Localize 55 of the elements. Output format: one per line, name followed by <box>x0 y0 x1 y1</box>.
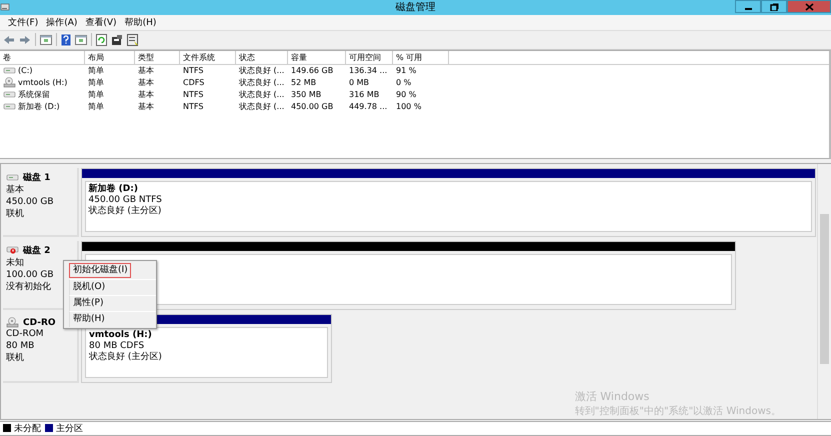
table-cell: 基本 <box>138 65 154 76</box>
disk-info: 联机 <box>6 209 25 220</box>
table-cell: 90 % <box>396 90 416 100</box>
legend-label: 未分配 <box>14 422 41 435</box>
table-cell: 状态良好 (... <box>239 65 284 76</box>
table-cell: 0 MB <box>349 78 370 88</box>
partition-info: 状态良好 (主分区) <box>89 352 162 364</box>
partition-info: 450.00 GB NTFS <box>88 195 162 206</box>
table-cell: 状态良好 (... <box>239 77 284 88</box>
table-cell: 316 MB <box>349 90 380 100</box>
table-cell: NTFS <box>183 66 204 76</box>
activation-text: 转到"控制面板"中的"系统"以激活 Windows。 <box>574 404 781 418</box>
table-cell: 基本 <box>138 89 154 100</box>
table-cell: CDFS <box>183 78 204 88</box>
disk-info: 80 MB <box>6 341 36 352</box>
table-cell: 100 % <box>396 102 422 112</box>
partition-title: vmtools (H:) <box>89 330 152 341</box>
table-cell: 149.66 GB <box>291 66 334 76</box>
table-cell: 简单 <box>88 77 104 88</box>
table-cell: NTFS <box>183 90 204 100</box>
disk-info: 基本 <box>6 185 25 196</box>
window-title: 磁盘管理 <box>396 1 436 14</box>
table-cell: 基本 <box>138 101 154 112</box>
disk-info: CD-ROM <box>6 329 45 340</box>
table-cell: vmtools (H:) <box>18 78 68 88</box>
disk-info: 100.00 GB <box>6 270 55 282</box>
partition-title: 新加卷 (D:) <box>88 184 138 195</box>
disk-name: CD-RO <box>23 318 56 328</box>
table-cell: 450.00 GB <box>291 102 334 112</box>
disk-name: 磁盘 1 <box>23 172 50 184</box>
table-cell: 91 % <box>396 66 416 76</box>
legend-label: 主分区 <box>56 422 83 435</box>
table-cell: 0 % <box>396 78 412 88</box>
table-cell: 350 MB <box>291 90 322 100</box>
disk-info: 没有初始化 <box>6 282 52 294</box>
table-cell: 状态良好 (... <box>239 89 284 100</box>
table-cell: (C:) <box>18 66 33 76</box>
table-cell: 449.78 ... <box>349 102 388 112</box>
disk-info: 未知 <box>6 258 25 270</box>
table-cell: 简单 <box>88 89 104 100</box>
table-cell: 136.34 ... <box>349 66 388 76</box>
table-cell: 基本 <box>138 77 154 88</box>
table-cell: 简单 <box>88 101 104 112</box>
table-cell: 简单 <box>88 65 104 76</box>
disk-name: 磁盘 2 <box>23 244 50 258</box>
disk-info: 联机 <box>6 353 25 364</box>
partition-info: 80 MB CDFS <box>89 341 144 352</box>
table-cell: 状态良好 (... <box>239 101 284 112</box>
table-cell: 系统保留 <box>18 89 50 100</box>
activation-title: 激活 Windows <box>574 388 650 404</box>
disk-info: 450.00 GB <box>6 197 55 208</box>
partition-info: 状态良好 (主分区) <box>88 206 162 218</box>
table-cell: NTFS <box>183 102 204 112</box>
table-cell: 新加卷 (D:) <box>18 101 60 112</box>
table-cell: 52 MB <box>291 78 316 88</box>
